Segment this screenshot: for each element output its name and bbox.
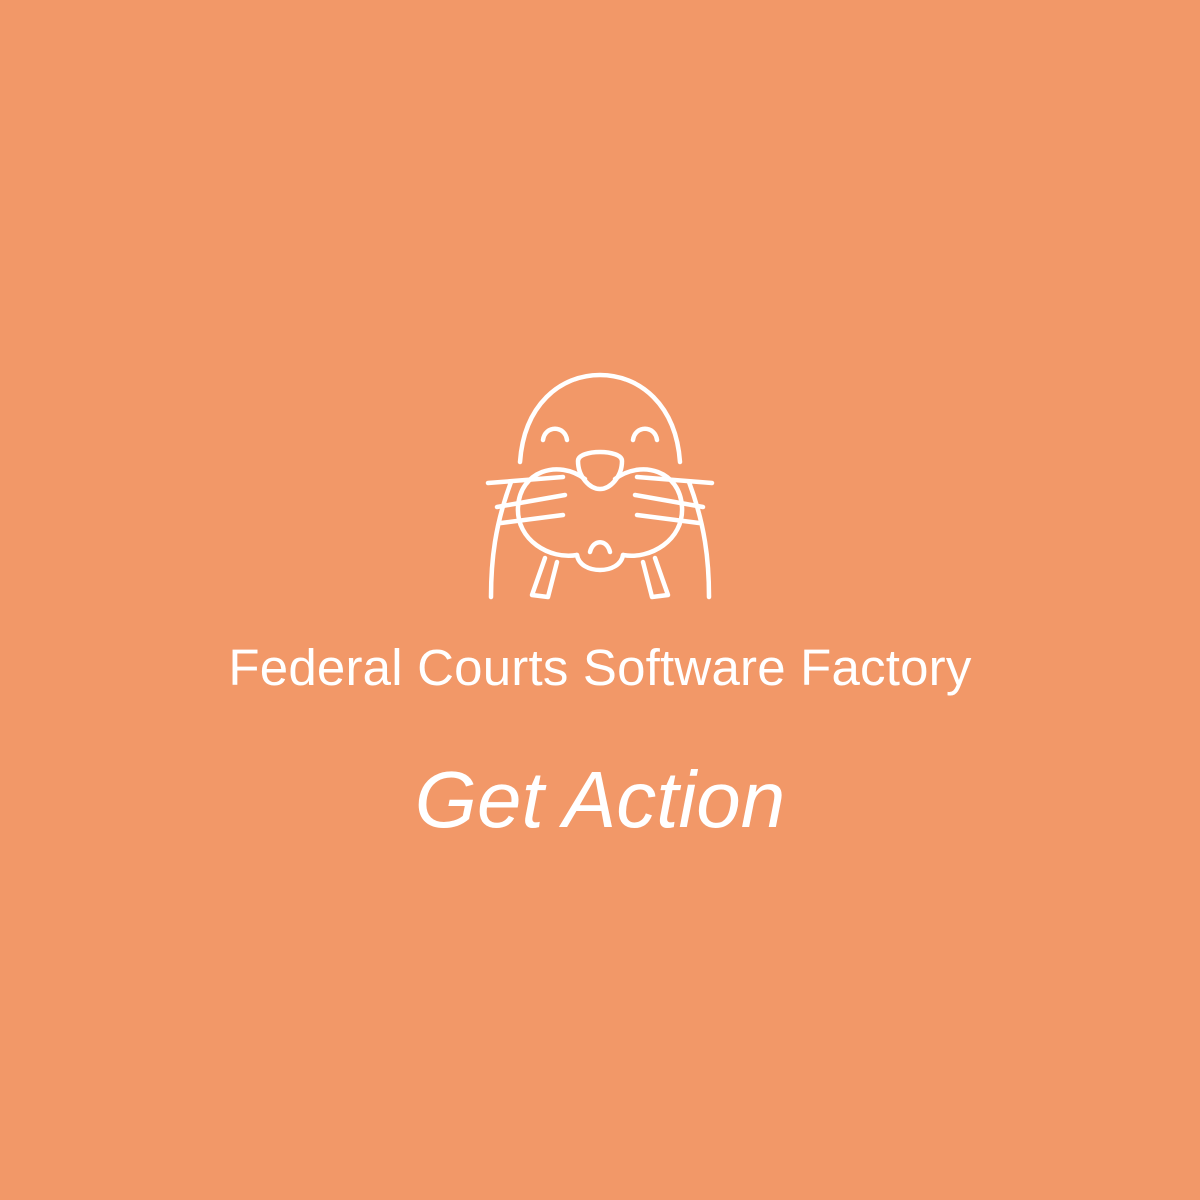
app-title: Get Action	[414, 755, 786, 844]
walrus-icon	[480, 365, 720, 605]
splash-card: Federal Courts Software Factory Get Acti…	[0, 0, 1200, 1200]
organization-name: Federal Courts Software Factory	[228, 639, 972, 696]
